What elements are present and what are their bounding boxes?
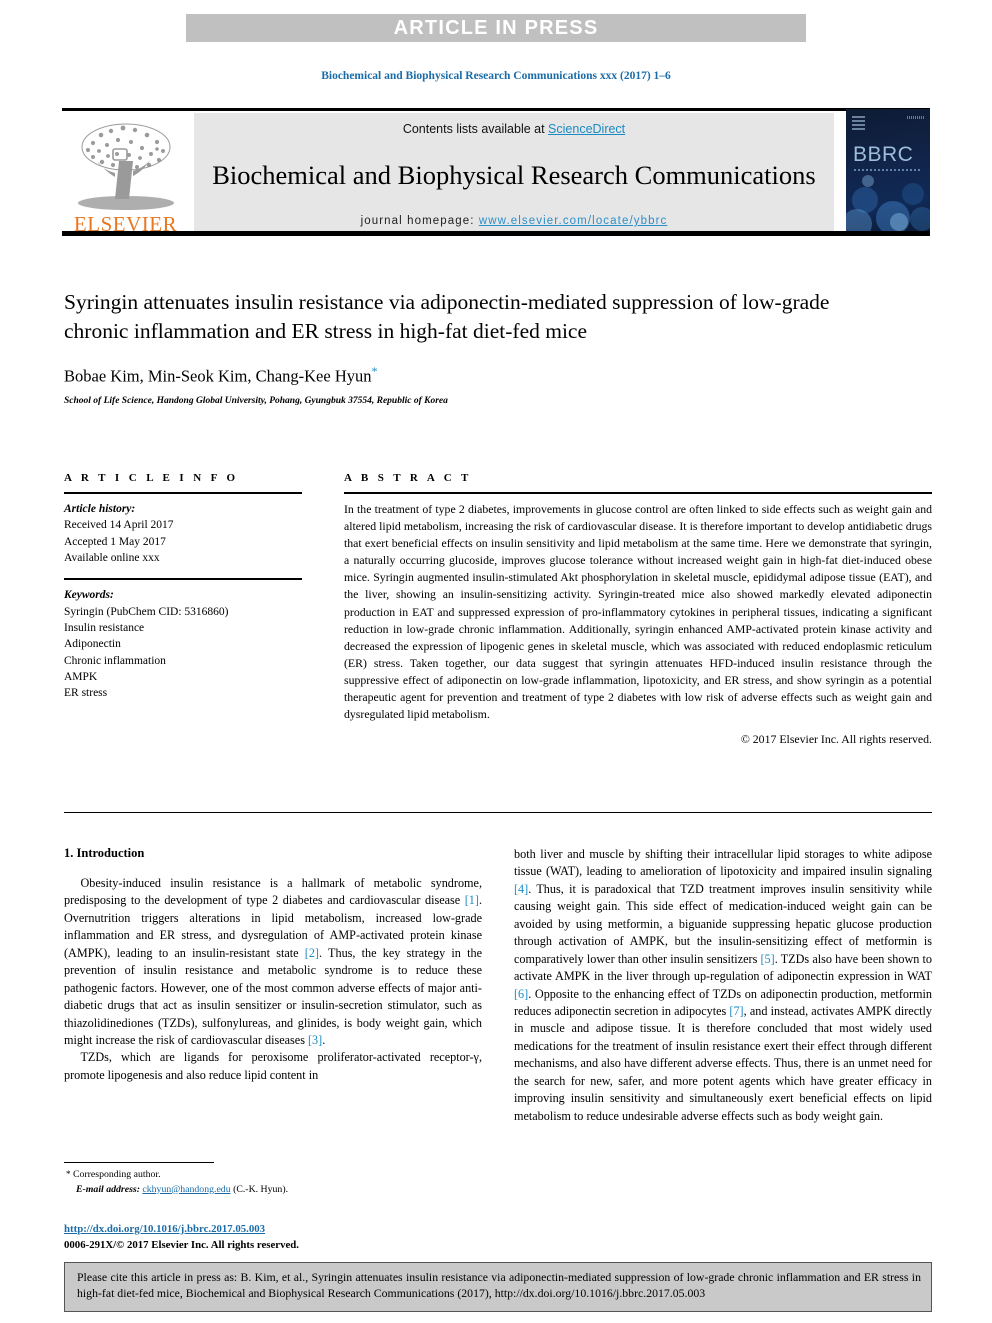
journal-homepage-link[interactable]: www.elsevier.com/locate/ybbrc — [479, 215, 668, 227]
contents-prefix: Contents lists available at — [402, 122, 549, 136]
masthead-center-panel: Contents lists available at ScienceDirec… — [194, 113, 834, 235]
homepage-label: journal homepage: — [360, 214, 479, 227]
elsevier-logo: ELSEVIER — [62, 113, 189, 235]
masthead-bottom-rule — [62, 231, 930, 236]
journal-masthead: ELSEVIER Contents lists available at Sci… — [62, 108, 930, 236]
cover-bokeh-7 — [862, 175, 874, 187]
history-accepted: Accepted 1 May 2017 — [64, 535, 166, 548]
abstract-rule — [344, 492, 932, 494]
article-info-column: A R T I C L E I N F O Article history: R… — [64, 472, 302, 702]
keyword-item: Syringin (PubChem CID: 5316860) — [64, 605, 229, 618]
abstract-text: In the treatment of type 2 diabetes, imp… — [344, 502, 932, 722]
contents-lists-line: Contents lists available at ScienceDirec… — [403, 122, 625, 136]
intro-p1-part-a: Obesity-induced insulin resistance is a … — [64, 876, 482, 908]
citation-ref-6[interactable]: [6] — [514, 987, 528, 1001]
body-separator-rule — [64, 812, 932, 813]
keyword-item: Adiponectin — [64, 638, 121, 651]
keywords-block: Keywords: Syringin (PubChem CID: 5316860… — [64, 587, 302, 701]
body-column-right: both liver and muscle by shifting their … — [514, 846, 932, 1125]
paper-title: Syringin attenuates insulin resistance v… — [64, 290, 830, 343]
keywords-label: Keywords: — [64, 589, 114, 602]
section-heading-introduction: 1. Introduction — [64, 846, 145, 860]
article-info-heading: A R T I C L E I N F O — [64, 472, 239, 484]
footnote-block: * Corresponding author. E-mail address: … — [66, 1168, 486, 1197]
running-head: Biochemical and Biophysical Research Com… — [321, 70, 671, 82]
citation-ref-7[interactable]: [7] — [729, 1004, 743, 1018]
footnote-separator-rule — [64, 1162, 214, 1163]
intro-p1-part-d: . — [322, 1032, 326, 1047]
article-history-label: Article history: — [64, 503, 136, 515]
journal-cover-thumbnail: BBRC — [846, 109, 930, 235]
author-list: Bobae Kim, Min-Seok Kim, Chang-Kee Hyun* — [64, 364, 854, 387]
cover-bokeh-6 — [910, 207, 930, 231]
cover-elsevier-mark-icon — [852, 114, 865, 130]
issn-copyright-line: 0006-291X/© 2017 Elsevier Inc. All right… — [64, 1238, 299, 1251]
cover-bokeh-3 — [902, 183, 924, 205]
footnote-star-marker: * — [66, 1169, 71, 1179]
intro-p2-part-a: both liver and muscle by shifting their … — [514, 847, 932, 879]
keyword-item: ER stress — [64, 687, 108, 700]
author-names: Bobae Kim, Min-Seok Kim, Chang-Kee Hyun — [64, 366, 372, 386]
intro-paragraph-2-continued: both liver and muscle by shifting their … — [514, 846, 932, 1125]
keyword-item: AMPK — [64, 670, 98, 683]
doi-link[interactable]: http://dx.doi.org/10.1016/j.bbrc.2017.05… — [64, 1223, 265, 1235]
abstract-column: A B S T R A C T In the treatment of type… — [344, 472, 932, 747]
cite-this-article-box: Please cite this article in press as: B.… — [64, 1262, 932, 1312]
doi-block: http://dx.doi.org/10.1016/j.bbrc.2017.05… — [64, 1222, 494, 1253]
footnote-email-line: E-mail address: ckhyun@handong.edu (C.-K… — [66, 1183, 486, 1198]
footnote-email-link[interactable]: ckhyun@handong.edu — [142, 1184, 230, 1195]
keyword-item: Chronic inflammation — [64, 654, 166, 667]
journal-homepage-line: journal homepage: www.elsevier.com/locat… — [361, 215, 668, 227]
article-history-block: Article history: Received 14 April 2017 … — [64, 501, 302, 566]
cover-journal-abbrev: BBRC — [853, 143, 914, 166]
article-info-rule-1 — [64, 492, 302, 494]
affiliation: School of Life Science, Handong Global U… — [64, 395, 448, 406]
intro-paragraph-2: TZDs, which are ligands for peroxisome p… — [64, 1050, 482, 1082]
citation-ref-5[interactable]: [5] — [761, 952, 775, 966]
cover-subtitle-rule — [854, 169, 920, 171]
intro-p1-part-c: . Thus, the key strategy in the preventi… — [64, 945, 482, 1047]
abstract-heading: A B S T R A C T — [344, 472, 472, 484]
footnote-email-label: E-mail address: — [76, 1183, 140, 1195]
footnote-corresponding-line: * Corresponding author. — [66, 1168, 486, 1183]
article-in-press-banner: ARTICLE IN PRESS — [186, 14, 806, 42]
citation-ref-1[interactable]: [1] — [465, 893, 479, 907]
history-received: Received 14 April 2017 — [64, 519, 174, 532]
sciencedirect-link[interactable]: ScienceDirect — [548, 122, 625, 136]
title-block: Syringin attenuates insulin resistance v… — [64, 288, 854, 406]
intro-paragraph-1: Obesity-induced insulin resistance is a … — [64, 875, 482, 1049]
abstract-copyright: © 2017 Elsevier Inc. All rights reserved… — [740, 732, 932, 747]
masthead-top-rule — [62, 108, 930, 111]
keyword-item: Insulin resistance — [64, 621, 145, 634]
body-column-left: 1. Introduction Obesity-induced insulin … — [64, 846, 482, 1084]
citation-ref-2[interactable]: [2] — [305, 946, 319, 960]
history-available-online: Available online xxx — [64, 551, 160, 564]
corresponding-author-marker: * — [371, 364, 378, 379]
journal-title: Biochemical and Biophysical Research Com… — [212, 159, 816, 190]
citation-ref-4[interactable]: [4] — [514, 882, 528, 896]
cover-issn-barcode-icon — [907, 116, 925, 119]
footnote-email-suffix: (C.-K. Hyun). — [233, 1183, 289, 1195]
article-info-rule-2 — [64, 578, 302, 581]
article-in-press-label: ARTICLE IN PRESS — [393, 16, 599, 39]
elsevier-tree-icon — [77, 123, 174, 210]
intro-p2-part-e: , and instead, activates AMPK directly i… — [514, 1003, 932, 1123]
cite-this-article-text: Please cite this article in press as: B.… — [77, 1270, 921, 1301]
citation-ref-3[interactable]: [3] — [308, 1033, 322, 1047]
footnote-corresponding-label: Corresponding author. — [72, 1169, 161, 1180]
cover-bokeh-5 — [890, 213, 908, 231]
